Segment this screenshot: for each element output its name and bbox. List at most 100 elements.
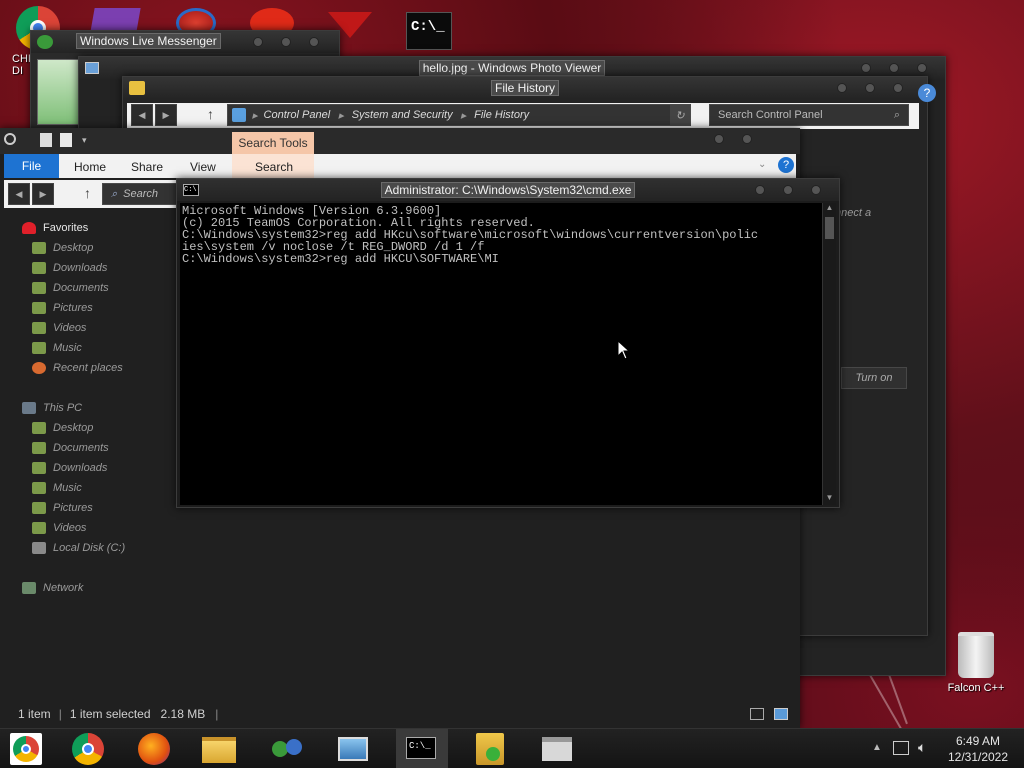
minimize-button[interactable]	[714, 134, 724, 144]
messenger-title: Windows Live Messenger	[76, 33, 221, 49]
nav-label: Videos	[53, 522, 87, 534]
cmd-scrollbar[interactable]: ▲ ▼	[822, 203, 836, 505]
taskbar-chrome[interactable]	[72, 733, 104, 765]
nav-item-videos[interactable]: Videos	[32, 518, 172, 538]
tab-home[interactable]: Home	[74, 160, 106, 174]
messenger-icon	[37, 35, 53, 49]
chrome-icon-center	[21, 744, 31, 754]
back-button[interactable]: ◀	[8, 183, 30, 205]
nav-item-recent-places[interactable]: Recent places	[32, 358, 172, 378]
control-panel-search-input[interactable]: Search Control Panel ⌕	[709, 104, 909, 126]
minimize-button[interactable]	[837, 83, 847, 93]
nav-item-desktop[interactable]: Desktop	[32, 238, 172, 258]
nav-item-music[interactable]: Music	[32, 478, 172, 498]
show-hidden-icons-chevron-up-icon[interactable]: ▲	[872, 742, 882, 753]
nav-item-local-disk[interactable]: Local Disk (C:)	[32, 538, 172, 558]
nav-item-documents[interactable]: Documents	[32, 438, 172, 458]
search-tools-tab[interactable]: Search Tools	[232, 132, 314, 156]
nav-item-documents[interactable]: Documents	[32, 278, 172, 298]
chevron-down-icon[interactable]: ⌄	[758, 159, 766, 170]
address-bar[interactable]: ▸ Control Panel ▸ System and Security ▸ …	[227, 104, 691, 126]
close-button[interactable]	[893, 83, 903, 93]
tab-view[interactable]: View	[190, 160, 216, 174]
properties-icon[interactable]	[40, 133, 52, 147]
nav-label: Downloads	[53, 262, 108, 274]
nav-label: Downloads	[53, 462, 108, 474]
forward-button[interactable]: ▶	[32, 183, 54, 205]
taskbar-control-panel[interactable]	[542, 737, 572, 761]
new-folder-icon[interactable]	[60, 133, 72, 147]
tab-file[interactable]: File	[4, 154, 59, 178]
maximize-button[interactable]	[742, 134, 752, 144]
cmd-desktop-icon[interactable]: C:\_	[406, 12, 452, 50]
details-view-icon[interactable]	[750, 708, 764, 720]
close-button[interactable]	[811, 185, 821, 195]
status-size: 2.18 MB	[160, 707, 206, 721]
breadcrumb-item[interactable]: System and Security	[352, 109, 453, 121]
cmd-titlebar[interactable]: C:\ Administrator: C:\Windows\System32\c…	[177, 179, 839, 201]
breadcrumb-item[interactable]: Control Panel	[264, 109, 331, 121]
minimize-button[interactable]	[755, 185, 765, 195]
chevron-down-icon[interactable]: ▾	[82, 135, 87, 146]
chevron-right-icon: ▸	[252, 109, 258, 122]
desktop-icon	[32, 422, 46, 434]
cmd-window[interactable]: C:\ Administrator: C:\Windows\System32\c…	[176, 178, 840, 508]
cmd-console[interactable]: Microsoft Windows [Version 6.3.9600] (c)…	[180, 203, 822, 505]
back-button[interactable]: ◀	[131, 104, 153, 126]
tab-search[interactable]: Search	[255, 160, 293, 174]
chrome-icon	[82, 743, 94, 755]
scroll-thumb[interactable]	[825, 217, 834, 239]
nav-item-videos[interactable]: Videos	[32, 318, 172, 338]
taskbar-photo-viewer[interactable]	[338, 737, 368, 761]
nav-item-desktop[interactable]: Desktop	[32, 418, 172, 438]
nav-label: Documents	[53, 282, 109, 294]
close-button[interactable]	[309, 37, 319, 47]
clock[interactable]: 6:49 AM 12/31/2022	[940, 733, 1016, 765]
start-button[interactable]	[10, 733, 42, 765]
maximize-button[interactable]	[783, 185, 793, 195]
taskbar-cmd-active[interactable]: C:\_	[396, 729, 448, 768]
scroll-down-arrow[interactable]: ▼	[823, 493, 836, 505]
nav-item-pictures[interactable]: Pictures	[32, 498, 172, 518]
nav-this-pc[interactable]: This PC	[22, 398, 172, 418]
up-arrow-icon[interactable]: ↑	[84, 185, 91, 201]
maximize-button[interactable]	[281, 37, 291, 47]
nav-item-pictures[interactable]: Pictures	[32, 298, 172, 318]
recycle-bin[interactable]: Falcon C++	[945, 632, 1007, 694]
maximize-button[interactable]	[865, 83, 875, 93]
nav-network[interactable]: Network	[22, 578, 172, 598]
messenger-titlebar[interactable]: Windows Live Messenger	[31, 31, 339, 53]
breadcrumb-item[interactable]: File History	[474, 109, 529, 121]
turn-on-button[interactable]: Turn on	[841, 367, 907, 389]
close-button[interactable]	[917, 63, 927, 73]
taskbar-file-history[interactable]	[476, 733, 504, 765]
network-tray-icon[interactable]	[893, 741, 909, 755]
recycle-bin-icon	[958, 632, 994, 678]
maximize-button[interactable]	[889, 63, 899, 73]
clock-date: 12/31/2022	[947, 750, 1009, 764]
taskbar-file-explorer[interactable]	[202, 737, 236, 763]
forward-button[interactable]: ▶	[155, 104, 177, 126]
nav-item-music[interactable]: Music	[32, 338, 172, 358]
taskbar-firefox[interactable]	[138, 733, 170, 765]
minimize-button[interactable]	[253, 37, 263, 47]
cmd-input-line[interactable]: C:\Windows\system32>reg add HKCU\SOFTWAR…	[182, 253, 820, 265]
nav-item-downloads[interactable]: Downloads	[32, 258, 172, 278]
refresh-icon[interactable]: ↻	[670, 105, 690, 125]
minimize-button[interactable]	[861, 63, 871, 73]
help-icon[interactable]: ?	[918, 84, 936, 102]
help-icon[interactable]: ?	[778, 157, 794, 173]
mouse-cursor-icon	[617, 340, 631, 360]
history-icon	[486, 747, 500, 761]
scroll-up-arrow[interactable]: ▲	[823, 203, 836, 215]
file-history-titlebar[interactable]: File History	[123, 77, 927, 99]
nav-item-downloads[interactable]: Downloads	[32, 458, 172, 478]
large-icons-view-icon[interactable]	[774, 708, 788, 720]
tab-share[interactable]: Share	[131, 160, 163, 174]
nav-favorites[interactable]: Favorites	[22, 218, 172, 238]
up-arrow-icon[interactable]: ↑	[207, 106, 214, 122]
volume-icon[interactable]: 🔈︎	[918, 739, 926, 756]
taskbar-messenger[interactable]	[270, 733, 306, 765]
drive-icon	[32, 542, 46, 554]
explorer-titlebar[interactable]: ▾ Search Tools	[0, 128, 800, 156]
